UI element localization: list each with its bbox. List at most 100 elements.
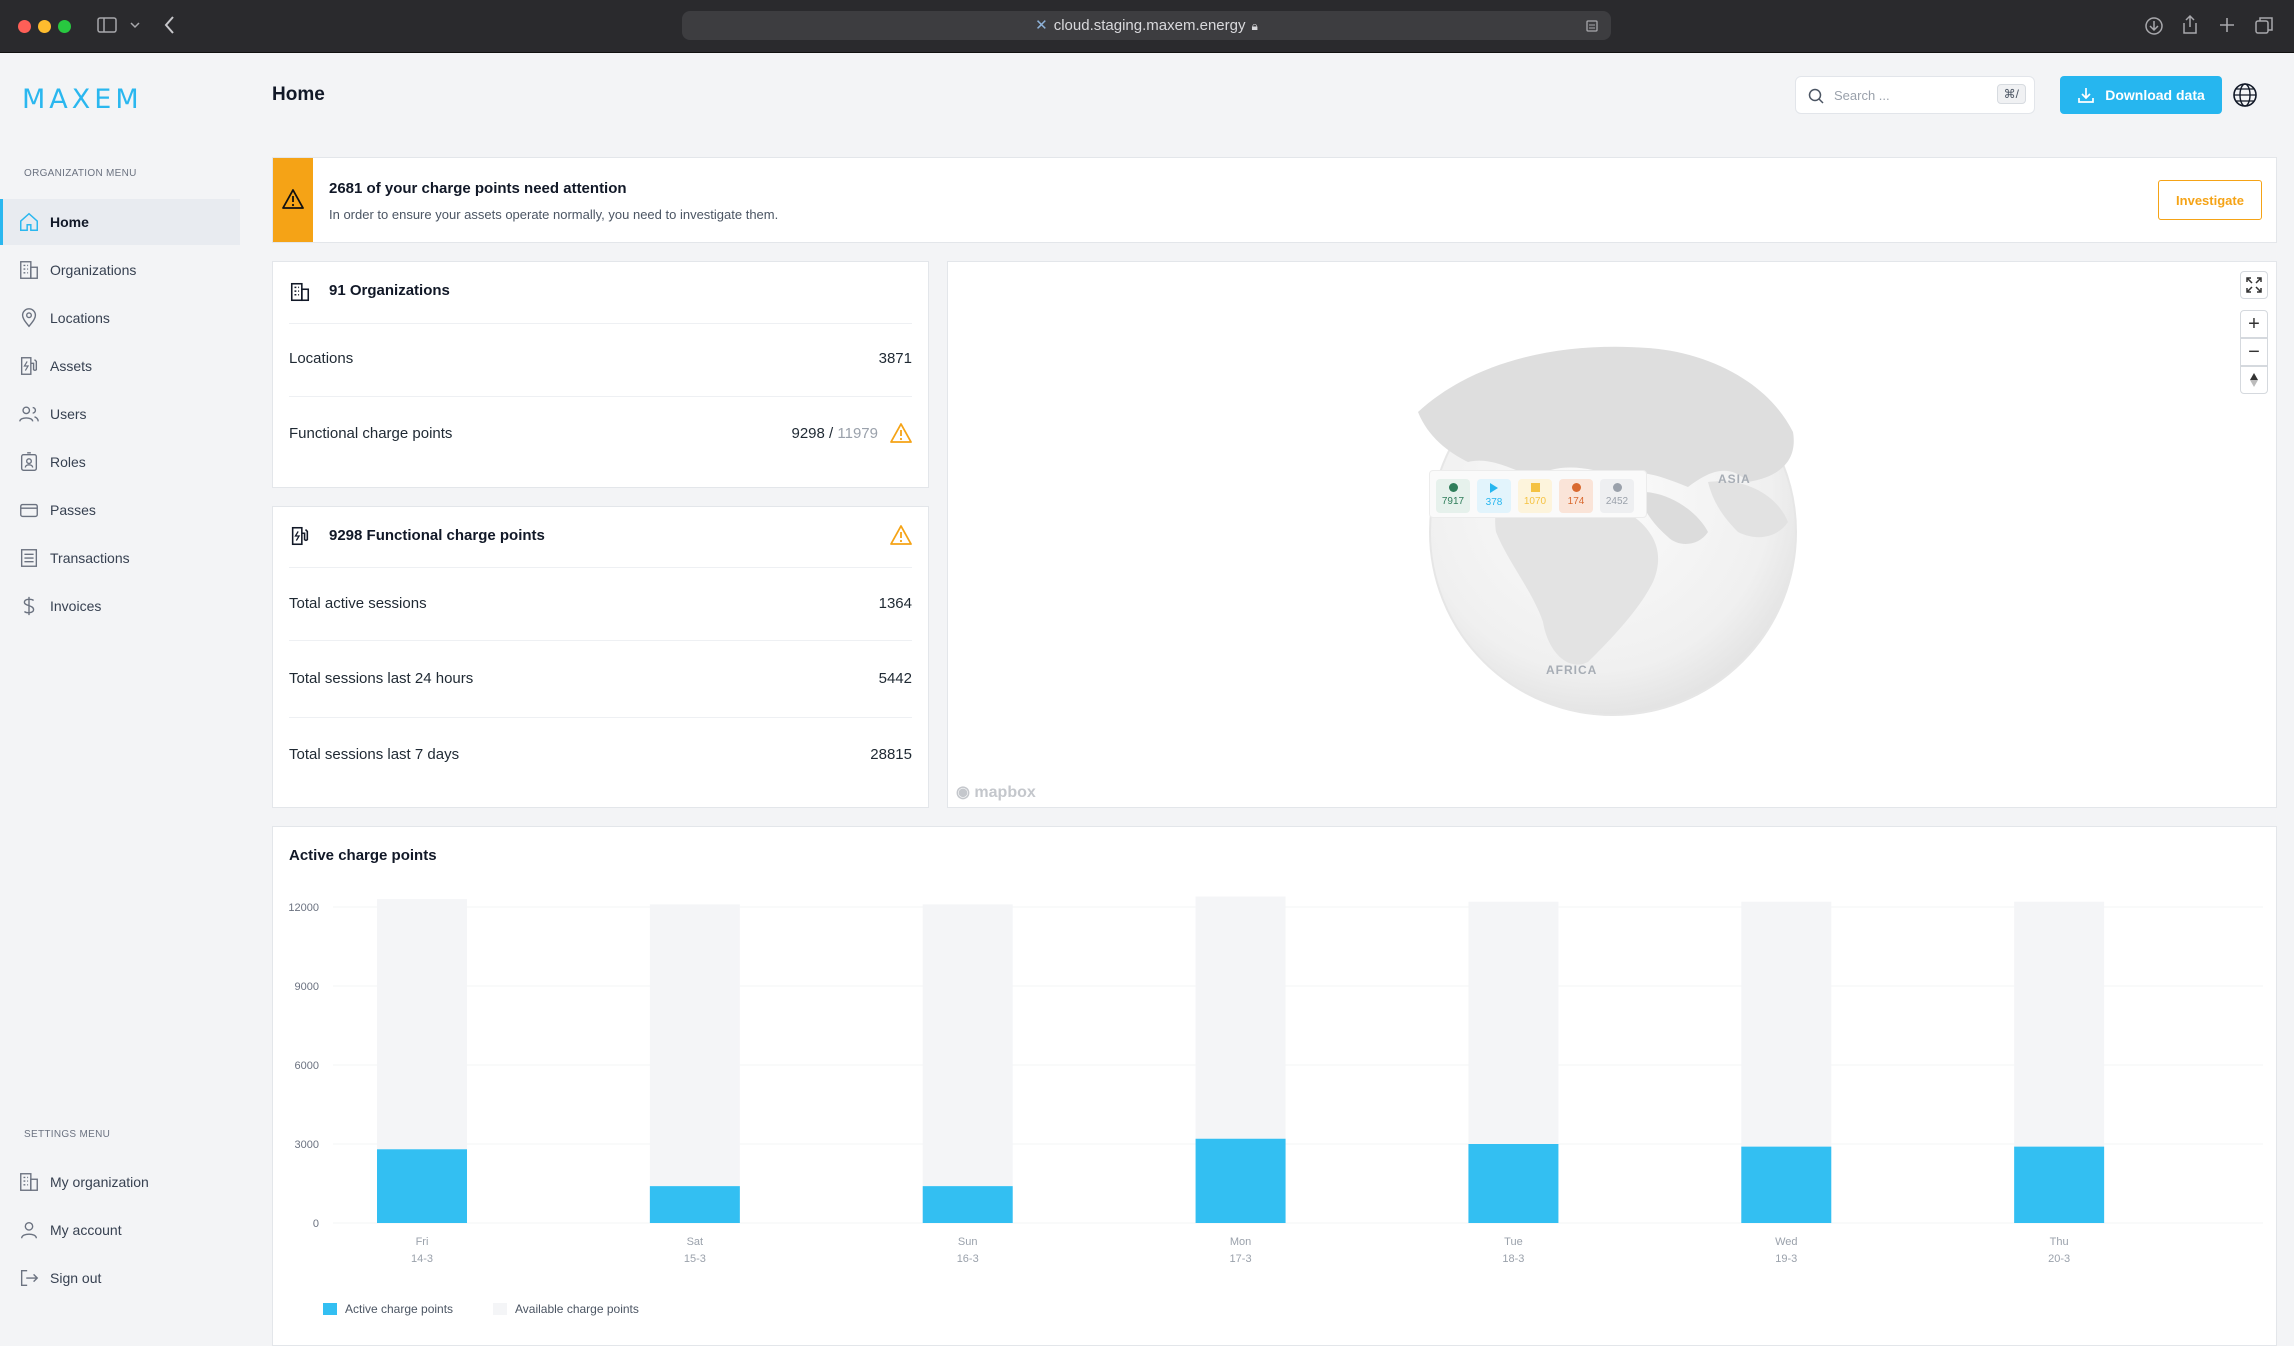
compass-icon — [2250, 373, 2258, 387]
settings-menu-caption: SETTINGS MENU — [24, 1129, 111, 1140]
legend-count: 378 — [1485, 497, 1503, 508]
x-tick-date: 19-3 — [1775, 1253, 1797, 1265]
legend-count: 174 — [1567, 496, 1585, 507]
share-icon[interactable] — [2181, 14, 2199, 36]
plus-icon: + — [2248, 312, 2260, 335]
tabs-overview-icon[interactable] — [2254, 15, 2274, 35]
x-tick-date: 17-3 — [1230, 1253, 1252, 1265]
browser-toolbar: ✕ cloud.staging.maxem.energy 🔒︎ — [0, 0, 2294, 53]
mapbox-logo-icon: ◉ — [956, 784, 970, 801]
sidebar-item-organizations[interactable]: Organizations — [0, 247, 240, 293]
bar-available — [2014, 901, 2105, 1147]
status-legend: 7917 378 1070 174 2452 — [1429, 470, 1647, 518]
legend-count: 7917 — [1441, 496, 1465, 507]
stat-label: Total sessions last 7 days — [289, 746, 460, 763]
compass-button[interactable] — [2240, 366, 2268, 394]
functional-cp-count: 9298 Functional charge points — [329, 527, 545, 544]
sidebar-item-label: Users — [50, 406, 87, 422]
new-tab-icon[interactable] — [2218, 16, 2236, 34]
stat-label: Total sessions last 24 hours — [289, 670, 474, 687]
sidebar-item-my-account[interactable]: My account — [0, 1207, 240, 1253]
mapbox-attribution[interactable]: ◉ mapbox — [956, 782, 1036, 802]
legend-offline[interactable]: 2452 — [1600, 479, 1634, 513]
download-icon[interactable] — [2144, 16, 2164, 36]
maxem-logo[interactable]: MAXEM — [22, 84, 143, 115]
download-data-button[interactable]: Download data — [2060, 76, 2222, 114]
bar-available — [649, 904, 740, 1187]
sidebar-item-assets[interactable]: Assets — [0, 343, 240, 389]
zoom-in-button[interactable]: + — [2240, 310, 2268, 338]
legend-available[interactable]: 7917 — [1436, 479, 1470, 513]
stat-value: 28815 — [870, 746, 912, 763]
warning-icon[interactable] — [890, 422, 912, 444]
map-view[interactable]: + − 7917 378 1070 174 2452 ASIA AFRICA ◉… — [947, 261, 2277, 808]
legend-charging[interactable]: 378 — [1477, 479, 1511, 513]
legend-count: 2452 — [1605, 496, 1629, 507]
sidebar-item-label: Organizations — [50, 262, 137, 278]
chevron-down-icon[interactable] — [130, 20, 140, 30]
sidebar-item-label: Invoices — [50, 598, 102, 614]
investigate-button[interactable]: Investigate — [2158, 180, 2262, 220]
x-tick-day: Tue — [1504, 1236, 1523, 1248]
url-text: ✕ cloud.staging.maxem.energy 🔒︎ — [682, 11, 1611, 40]
legend-faulted[interactable]: 174 — [1559, 479, 1593, 513]
address-bar[interactable]: ✕ cloud.staging.maxem.energy 🔒︎ — [682, 11, 1611, 40]
sidebar-item-sign-out[interactable]: Sign out — [0, 1255, 240, 1301]
circle-marker-icon — [1612, 483, 1622, 492]
sidebar-toggle-icon[interactable] — [97, 17, 117, 33]
sidebar-item-roles[interactable]: Roles — [0, 439, 240, 485]
sidebar-item-label: My account — [50, 1222, 122, 1238]
x-tick-day: Thu — [2050, 1236, 2069, 1248]
bar-active — [1741, 1146, 1832, 1223]
search-icon — [1808, 88, 1824, 104]
legend-available[interactable]: Available charge points — [493, 1302, 639, 1316]
back-arrow-icon[interactable] — [163, 15, 175, 35]
x-tick-day: Sat — [687, 1236, 704, 1248]
y-tick-label: 0 — [313, 1218, 319, 1230]
sidebar-item-my-organization[interactable]: My organization — [0, 1159, 240, 1205]
sign-out-icon — [20, 1269, 39, 1287]
map-label-asia: ASIA — [1718, 472, 1751, 486]
building-icon — [20, 261, 38, 279]
legend-swatch — [493, 1303, 507, 1315]
download-icon — [2078, 88, 2095, 103]
total-count: 11979 — [837, 425, 878, 442]
building-icon — [20, 1173, 38, 1191]
legend-label: Active charge points — [345, 1302, 454, 1316]
building-icon — [290, 282, 310, 302]
x-tick-date: 18-3 — [1502, 1253, 1524, 1265]
zoom-out-button[interactable]: − — [2240, 338, 2268, 366]
sidebar-item-label: Home — [50, 214, 89, 230]
globe-icon[interactable] — [2232, 82, 2258, 108]
list-icon — [20, 549, 38, 567]
active-charge-points-chart: 12000 9000 6000 3000 0 Fri 14-3 Sat 15-3 Sun 16-3 M… — [288, 896, 2263, 1265]
square-marker-icon — [1530, 483, 1540, 492]
sidebar-item-users[interactable]: Users — [0, 391, 240, 437]
legend-paused[interactable]: 1070 — [1518, 479, 1552, 513]
sidebar-item-invoices[interactable]: Invoices — [0, 583, 240, 629]
reader-icon[interactable] — [1585, 19, 1599, 33]
stat-label: Locations — [289, 350, 354, 367]
sidebar-item-transactions[interactable]: Transactions — [0, 535, 240, 581]
bar-active — [377, 1149, 467, 1223]
search-input[interactable]: Search ... ⌘/ — [1795, 76, 2035, 114]
sidebar-item-home[interactable]: Home — [0, 199, 240, 245]
functional-count: 9298 — [791, 425, 825, 442]
legend-swatch — [323, 1303, 337, 1315]
legend-active[interactable]: Active charge points — [323, 1302, 453, 1316]
minimize-window-button[interactable] — [38, 20, 51, 33]
attention-alert: 2681 of your charge points need attentio… — [272, 157, 2277, 243]
x-tick-date: 15-3 — [684, 1253, 706, 1265]
card-icon — [20, 503, 38, 518]
url-label: cloud.staging.maxem.energy — [1053, 17, 1246, 34]
warning-icon[interactable] — [890, 524, 912, 546]
bar-available — [1741, 901, 1832, 1147]
close-window-button[interactable] — [18, 20, 31, 33]
sidebar-item-passes[interactable]: Passes — [0, 487, 240, 533]
fullscreen-icon — [2246, 277, 2262, 293]
sidebar-item-label: Locations — [50, 310, 110, 326]
maximize-window-button[interactable] — [58, 20, 71, 33]
sidebar-item-locations[interactable]: Locations — [0, 295, 240, 341]
fullscreen-button[interactable] — [2240, 271, 2268, 299]
stat-value: 9298 / 11979 — [791, 425, 879, 442]
